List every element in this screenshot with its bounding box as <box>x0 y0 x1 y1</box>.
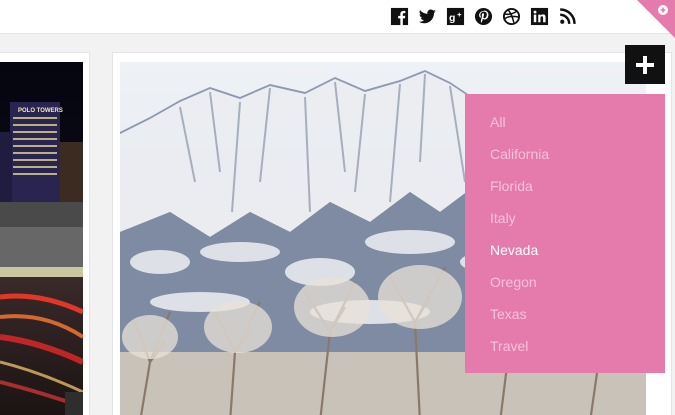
rss-icon[interactable] <box>558 7 577 26</box>
plus-icon <box>636 55 654 74</box>
filter-toggle-button[interactable] <box>625 45 665 84</box>
filter-item-travel[interactable]: Travel <box>465 335 665 367</box>
filter-item-nevada[interactable]: Nevada <box>465 239 665 271</box>
filter-item-oregon[interactable]: Oregon <box>465 271 665 303</box>
filter-item-texas[interactable]: Texas <box>465 303 665 335</box>
hotel-sign: POLO TOWERS <box>18 108 63 114</box>
pinterest-icon[interactable] <box>474 7 493 26</box>
twitter-icon[interactable] <box>418 7 437 26</box>
filter-item-italy[interactable]: Italy <box>465 207 665 239</box>
filter-item-florida[interactable]: Florida <box>465 175 665 207</box>
corner-ribbon[interactable] <box>637 0 675 38</box>
category-filter-menu: All California Florida Italy Nevada Oreg… <box>465 94 665 373</box>
facebook-icon[interactable] <box>390 7 409 26</box>
dribbble-icon[interactable] <box>502 7 521 26</box>
linkedin-icon[interactable] <box>530 7 549 26</box>
gallery-photo-hotel[interactable]: POLO TOWERS <box>0 62 83 415</box>
google-plus-icon[interactable]: g <box>446 7 465 26</box>
svg-text:g: g <box>449 13 455 24</box>
top-bar: g <box>0 0 675 34</box>
filter-item-california[interactable]: California <box>465 143 665 175</box>
social-links: g <box>390 7 577 26</box>
filter-item-all[interactable]: All <box>465 111 665 143</box>
